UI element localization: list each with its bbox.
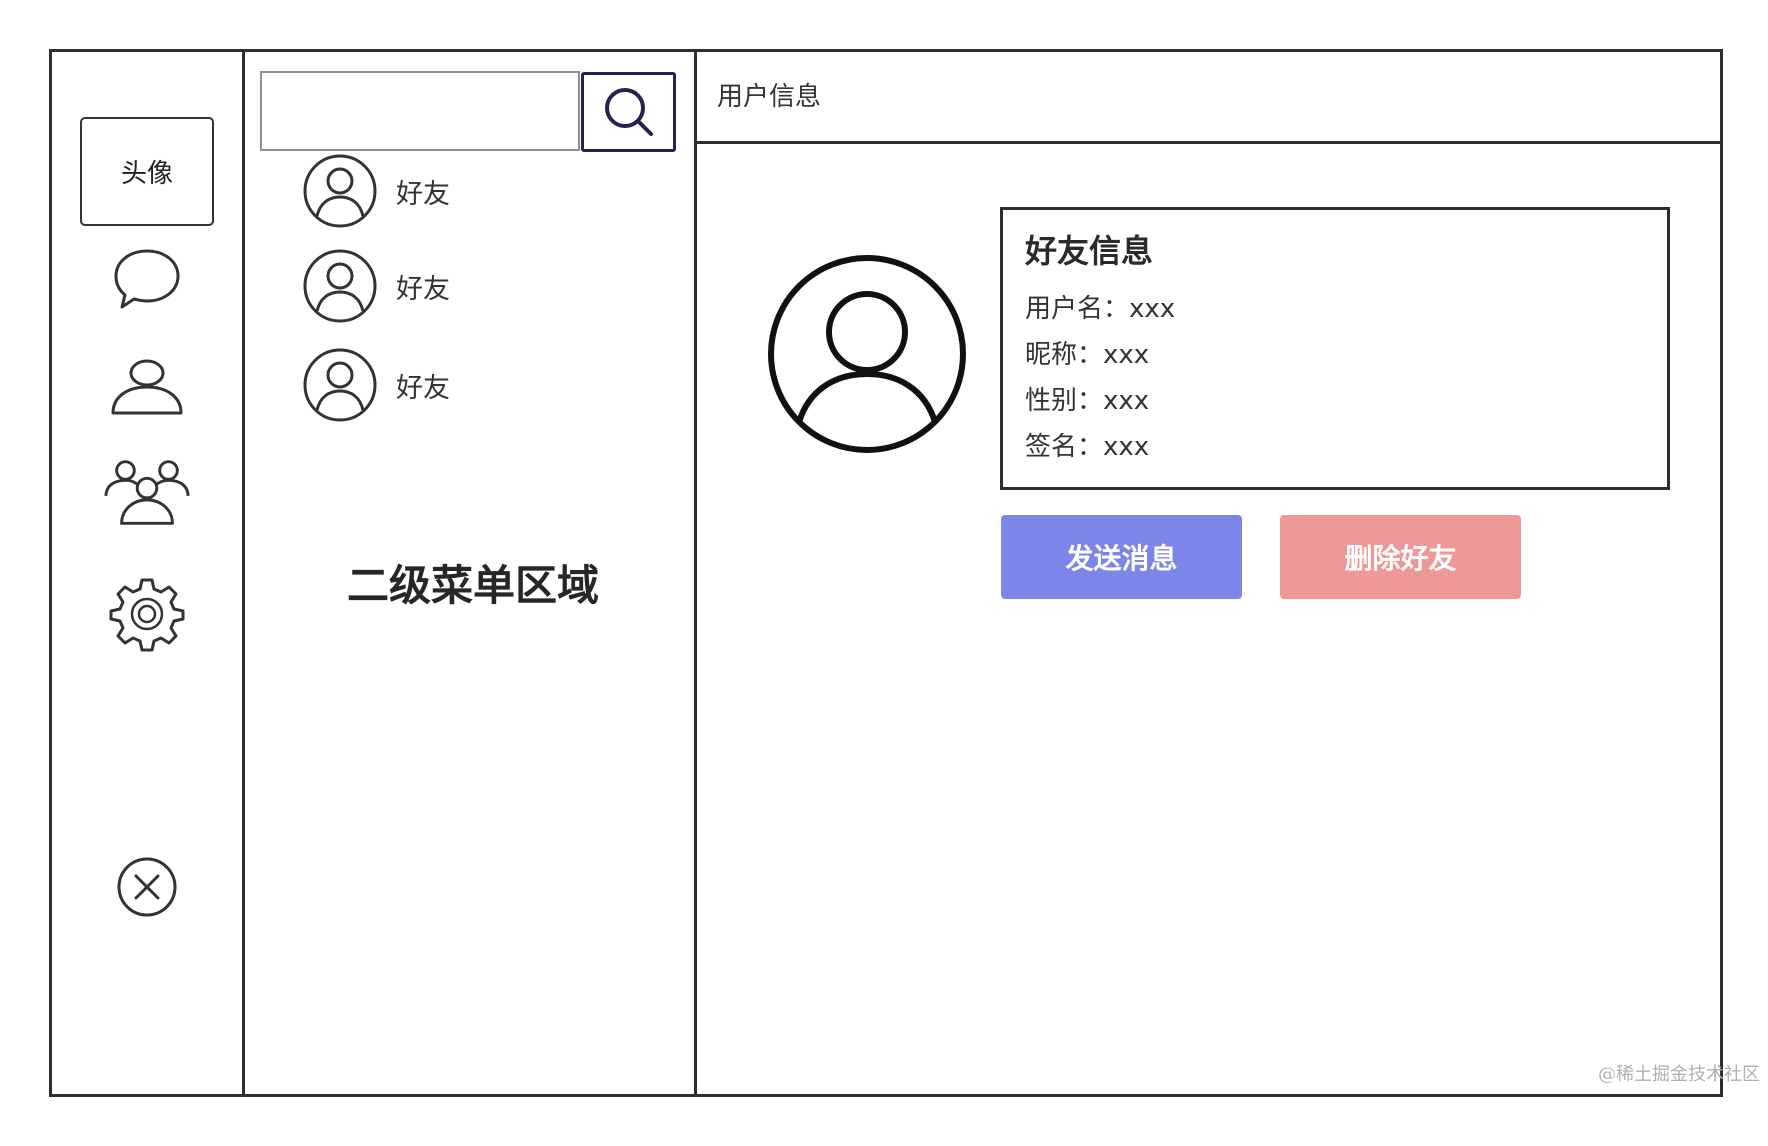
user-icon <box>111 359 183 415</box>
main-header: 用户信息 <box>697 52 1720 144</box>
info-card-title: 好友信息 <box>1025 232 1154 270</box>
info-signature: 签名：xxx <box>1025 432 1150 462</box>
app-window: 头像 好友 好友 好友 二级菜单区域 用户信息 好友信息 用户名：xxx 昵称：… <box>49 49 1723 1097</box>
nav-item-groups[interactable] <box>102 448 192 538</box>
info-nickname: 昵称：xxx <box>1025 340 1150 370</box>
friend-name: 好友 <box>396 178 450 210</box>
friend-list-item[interactable]: 好友 <box>302 152 450 230</box>
delete-friend-button[interactable]: 删除好友 <box>1280 515 1521 599</box>
nav-divider <box>242 52 245 1094</box>
info-gender: 性别：xxx <box>1025 386 1150 416</box>
send-message-button[interactable]: 发送消息 <box>1001 515 1242 599</box>
search-icon <box>604 88 653 136</box>
user-circle-icon <box>768 255 966 453</box>
info-username: 用户名：xxx <box>1025 294 1176 324</box>
friend-list-item[interactable]: 好友 <box>302 247 450 325</box>
menu-area-caption: 二级菜单区域 <box>346 561 599 610</box>
friend-avatar <box>302 347 378 423</box>
friend-name: 好友 <box>396 372 450 404</box>
gear-icon <box>109 578 185 652</box>
nav-close-button[interactable] <box>102 842 192 932</box>
close-circle-icon <box>117 857 177 917</box>
nav-avatar-button[interactable]: 头像 <box>80 117 214 226</box>
watermark: @稀土掘金技术社区 <box>1598 1064 1760 1085</box>
user-circle-icon <box>303 154 377 228</box>
user-circle-icon <box>303 348 377 422</box>
nav-avatar-label: 头像 <box>120 159 173 189</box>
chat-bubble-icon <box>114 249 180 309</box>
search-input[interactable] <box>260 71 580 151</box>
page-title: 用户信息 <box>717 82 822 112</box>
nav-item-settings[interactable] <box>102 569 192 659</box>
nav-item-contacts[interactable] <box>102 342 192 432</box>
nav-item-chat[interactable] <box>102 235 192 325</box>
friend-avatar <box>302 153 378 229</box>
friend-info-card: 好友信息 用户名：xxx 昵称：xxx 性别：xxx 签名：xxx <box>1000 207 1670 490</box>
user-circle-icon <box>303 249 377 323</box>
friend-list-item[interactable]: 好友 <box>302 346 450 424</box>
group-icon <box>104 460 190 525</box>
friend-avatar <box>302 248 378 324</box>
search-button[interactable] <box>581 72 676 152</box>
friend-name: 好友 <box>396 273 450 305</box>
